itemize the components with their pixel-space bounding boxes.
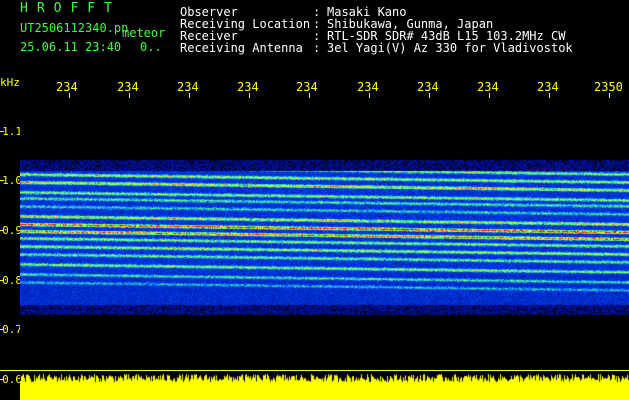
y-tick-mark (0, 379, 4, 380)
waterfall-spectrogram (20, 98, 629, 400)
x-tick-label: 234 (357, 80, 379, 94)
brand-title: HROFFT (20, 1, 121, 16)
header-panel: HROFFT UT2506112340.pn meteor 25.06.11 2… (0, 0, 629, 78)
x-tick-mark (369, 93, 370, 98)
info-sep: : (313, 41, 321, 55)
x-tick-label: 234 (237, 80, 259, 94)
x-tick-label: 234 (56, 80, 78, 94)
y-axis-unit: kHz (0, 76, 20, 89)
y-tick-mark (0, 180, 4, 181)
x-tick-mark (609, 93, 610, 98)
x-tick-mark (189, 93, 190, 98)
timestamp: 25.06.11 23:40 (20, 40, 122, 54)
x-tick-mark (429, 93, 430, 98)
x-tick-label: 234 (417, 80, 439, 94)
count-label: 0.. (140, 40, 162, 54)
info-label-antenna: Receiving Antenna (180, 41, 303, 55)
noise-baseline (0, 370, 629, 371)
x-tick-mark (69, 93, 70, 98)
file-suffix: meteor (122, 26, 166, 40)
x-tick-label: 2350 (594, 80, 623, 94)
x-tick-label: 234 (296, 80, 318, 94)
y-tick-mark (0, 131, 4, 132)
x-tick-mark (309, 93, 310, 98)
x-tick-mark (249, 93, 250, 98)
x-tick-mark (489, 93, 490, 98)
x-tick-label: 234 (477, 80, 499, 94)
x-tick-label: 234 (537, 80, 559, 94)
x-tick-label: 234 (177, 80, 199, 94)
x-tick-mark (129, 93, 130, 98)
x-tick-mark (549, 93, 550, 98)
y-tick-mark (0, 280, 4, 281)
info-value-antenna: 3el Yagi(V) Az 330 for Vladivostok (327, 41, 573, 55)
y-tick-mark (0, 329, 4, 330)
x-tick-label: 234 (117, 80, 139, 94)
y-tick-mark (0, 230, 4, 231)
file-name: UT2506112340.pn (20, 21, 129, 35)
